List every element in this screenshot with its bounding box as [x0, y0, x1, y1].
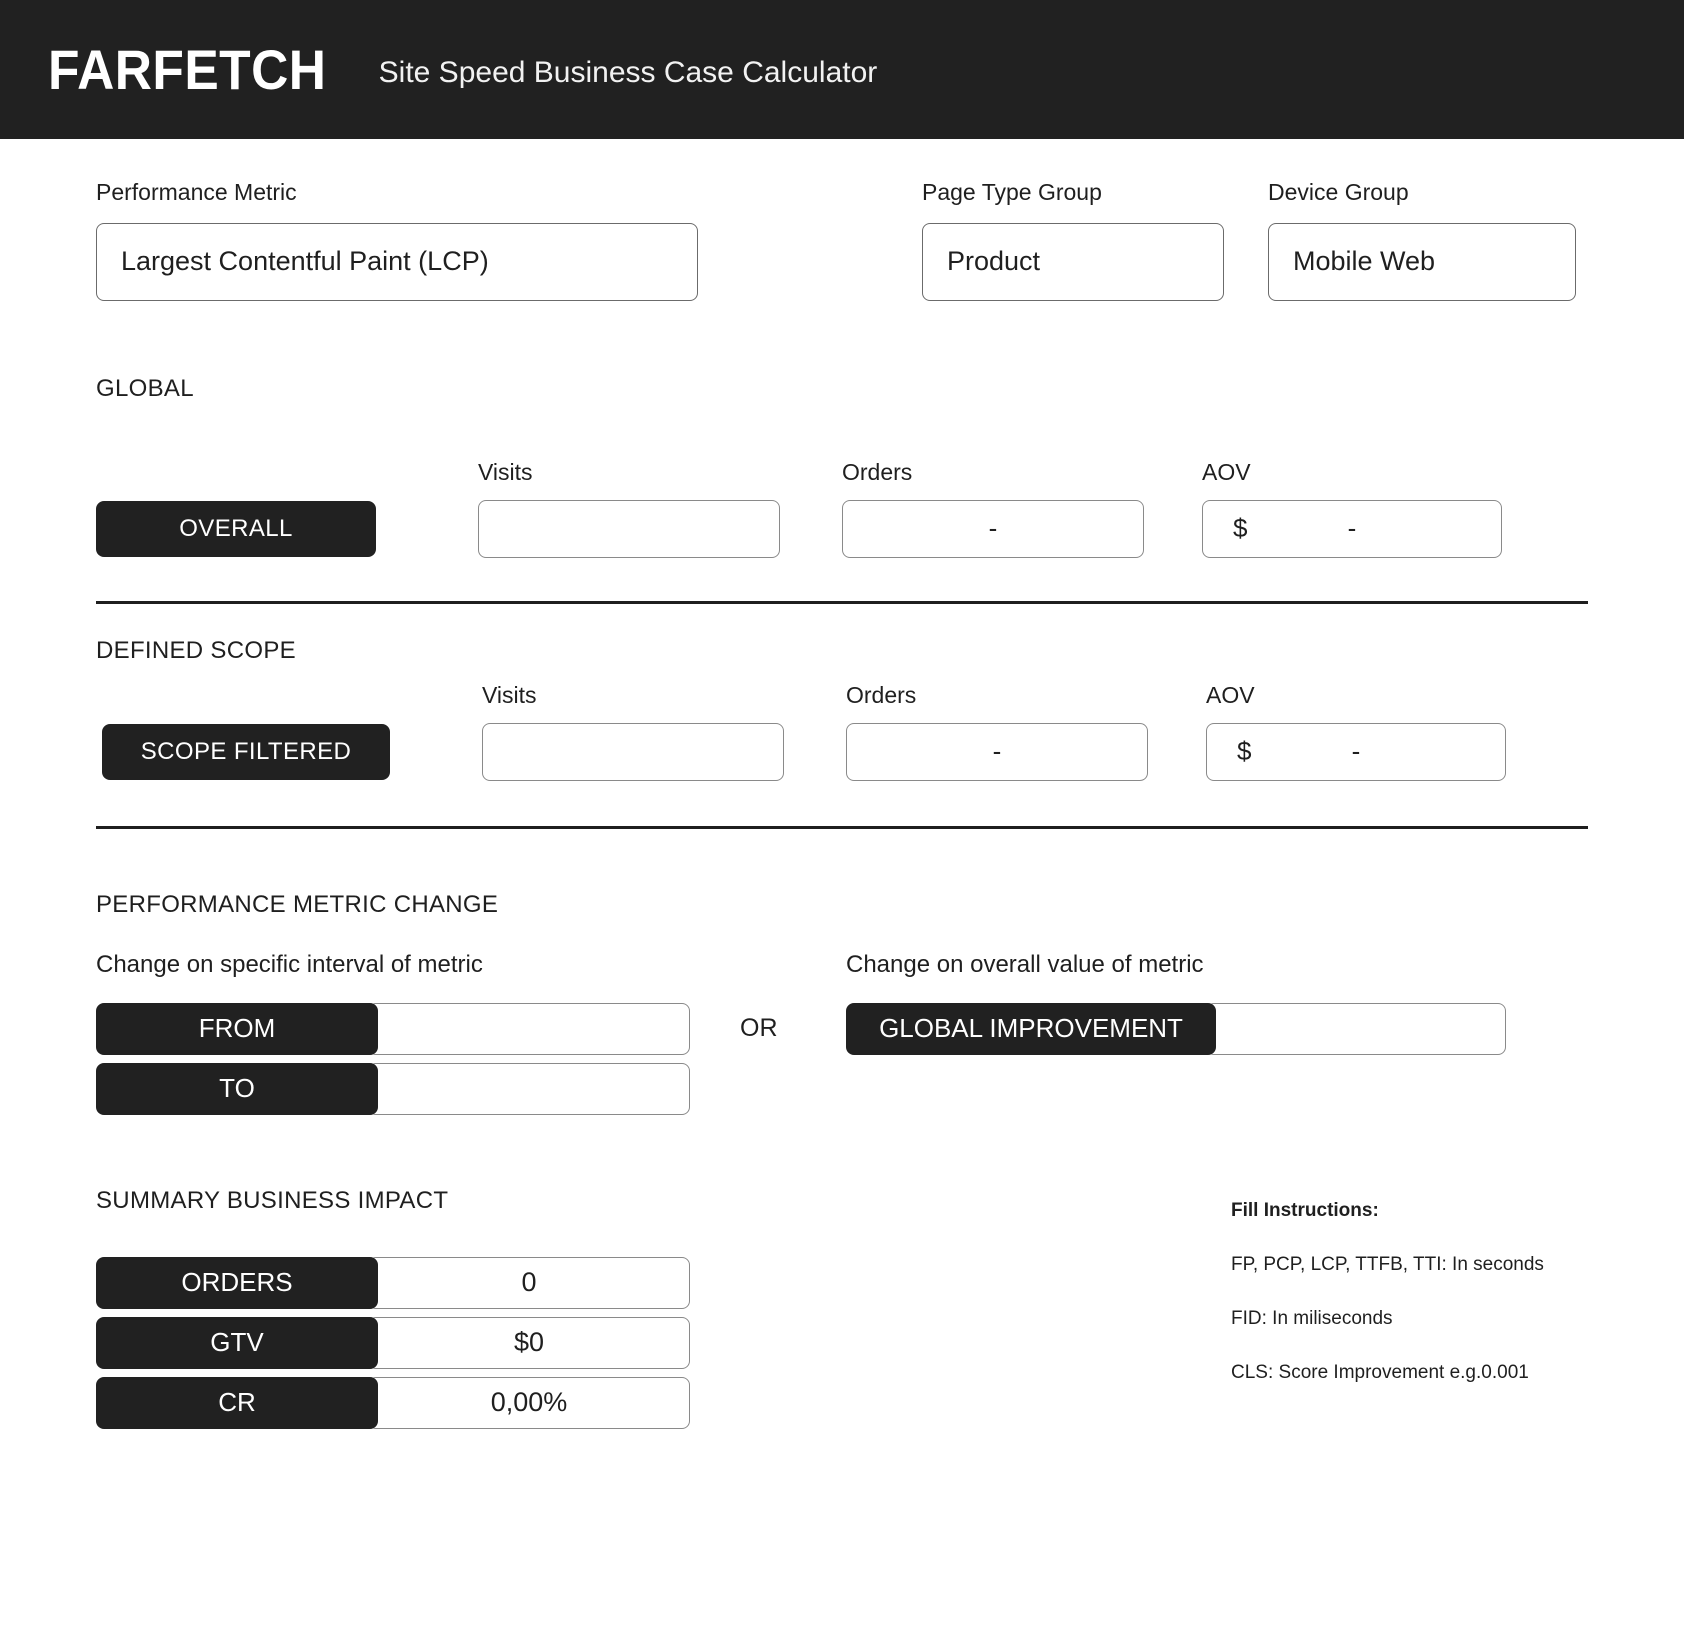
scope-aov-header: AOV [1206, 681, 1255, 708]
fill-instructions-line-3: CLS: Score Improvement e.g.0.001 [1231, 1361, 1529, 1383]
global-aov-value: - [1347, 513, 1357, 544]
device-group-label: Device Group [1268, 179, 1409, 205]
global-aov-header: AOV [1202, 458, 1251, 485]
defined-scope-section: DEFINED SCOPE Visits Orders AOV SCOPE FI… [96, 637, 1588, 829]
overall-button[interactable]: OVERALL [96, 500, 376, 557]
to-button[interactable]: TO [96, 1062, 378, 1115]
pmc-overall-label: Change on overall value of metric [846, 950, 1204, 978]
fill-instructions-title: Fill Instructions: [1231, 1199, 1379, 1221]
scope-aov-input[interactable]: $ - [1206, 722, 1506, 781]
summary-row-cr: CR 0,00% [96, 1376, 1588, 1429]
or-separator: OR [740, 1014, 778, 1043]
app-subtitle: Site Speed Business Case Calculator [378, 55, 878, 89]
from-row: FROM [96, 1002, 690, 1055]
pmc-interval-label: Change on specific interval of metric [96, 950, 483, 978]
device-group-field: Device Group Mobile Web [1268, 179, 1576, 301]
page-type-group-value: Product [947, 246, 1041, 277]
global-visits-header: Visits [478, 458, 533, 485]
orders-row-label[interactable]: ORDERS [96, 1256, 378, 1309]
global-overall-row: OVERALL - $ - [96, 499, 1588, 558]
to-row: TO [96, 1062, 690, 1115]
to-input[interactable] [368, 1062, 690, 1115]
scope-visits-header: Visits [482, 681, 537, 708]
overall-button-label: OVERALL [179, 514, 293, 542]
global-orders-input[interactable]: - [842, 499, 1144, 558]
page-type-group-field: Page Type Group Product [922, 179, 1224, 301]
orders-row-value: 0 [368, 1256, 690, 1309]
global-aov-currency: $ [1233, 513, 1248, 544]
device-group-select[interactable]: Mobile Web [1268, 222, 1576, 301]
scope-column-headers: Visits Orders AOV [96, 682, 1588, 723]
app-header: FARFETCH Site Speed Business Case Calcul… [0, 0, 1684, 139]
fill-instructions-line-1: FP, PCP, LCP, TTFB, TTI: In seconds [1231, 1253, 1544, 1275]
global-improvement-button-label: GLOBAL IMPROVEMENT [879, 1013, 1183, 1044]
from-button[interactable]: FROM [96, 1002, 378, 1055]
page-body: Performance Metric Largest Contentful Pa… [0, 139, 1684, 1429]
scope-filtered-row: SCOPE FILTERED - $ - [96, 722, 1588, 781]
scope-orders-header: Orders [846, 681, 917, 708]
scope-orders-value: - [992, 736, 1002, 767]
selectors-row: Performance Metric Largest Contentful Pa… [96, 139, 1588, 301]
global-orders-header: Orders [842, 458, 913, 485]
performance-metric-label: Performance Metric [96, 179, 297, 205]
scope-aov-currency: $ [1237, 736, 1252, 767]
cr-row-value: 0,00% [368, 1376, 690, 1429]
fill-instructions-line-2: FID: In miliseconds [1231, 1307, 1393, 1329]
performance-metric-change-section: PERFORMANCE METRIC CHANGE Change on spec… [96, 891, 1588, 1115]
from-button-label: FROM [198, 1013, 276, 1044]
global-section-title: GLOBAL [96, 374, 194, 402]
global-column-headers: Visits Orders AOV [96, 459, 1588, 500]
scope-visits-input[interactable] [482, 722, 784, 781]
performance-metric-field: Performance Metric Largest Contentful Pa… [96, 179, 698, 301]
global-section: GLOBAL Visits Orders AOV OVERALL - $ - [96, 375, 1588, 604]
global-improvement-row: GLOBAL IMPROVEMENT [846, 1002, 1506, 1055]
fill-instructions: Fill Instructions: FP, PCP, LCP, TTFB, T… [1231, 1200, 1544, 1384]
performance-metric-select[interactable]: Largest Contentful Paint (LCP) [96, 222, 698, 301]
farfetch-logo: FARFETCH [48, 37, 327, 101]
from-input[interactable] [368, 1002, 690, 1055]
scope-filtered-button[interactable]: SCOPE FILTERED [102, 723, 390, 780]
performance-metric-value: Largest Contentful Paint (LCP) [121, 246, 489, 277]
scope-filtered-button-label: SCOPE FILTERED [140, 737, 352, 765]
global-orders-value: - [988, 513, 998, 544]
pmc-overall-column: Change on overall value of metric GLOBAL… [846, 951, 1506, 1115]
pmc-columns: Change on specific interval of metric FR… [96, 951, 1588, 1115]
page-type-group-label: Page Type Group [922, 179, 1102, 205]
pmc-title: PERFORMANCE METRIC CHANGE [96, 890, 499, 918]
divider-global [96, 600, 1588, 604]
gtv-row-value: $0 [368, 1316, 690, 1369]
global-improvement-button[interactable]: GLOBAL IMPROVEMENT [846, 1002, 1216, 1055]
pmc-interval-column: Change on specific interval of metric FR… [96, 951, 846, 1115]
scope-orders-input[interactable]: - [846, 722, 1148, 781]
cr-row-label[interactable]: CR [96, 1376, 378, 1429]
global-visits-input[interactable] [478, 499, 780, 558]
global-improvement-input[interactable] [1206, 1002, 1506, 1055]
page-type-group-select[interactable]: Product [922, 222, 1224, 301]
defined-scope-title: DEFINED SCOPE [96, 636, 296, 664]
device-group-value: Mobile Web [1293, 246, 1436, 277]
scope-aov-value: - [1351, 736, 1361, 767]
gtv-row-label[interactable]: GTV [96, 1316, 378, 1369]
to-button-label: TO [219, 1073, 255, 1104]
global-aov-input[interactable]: $ - [1202, 499, 1502, 558]
divider-scope [96, 825, 1588, 829]
summary-section: SUMMARY BUSINESS IMPACT ORDERS 0 GTV $0 … [96, 1187, 1588, 1429]
